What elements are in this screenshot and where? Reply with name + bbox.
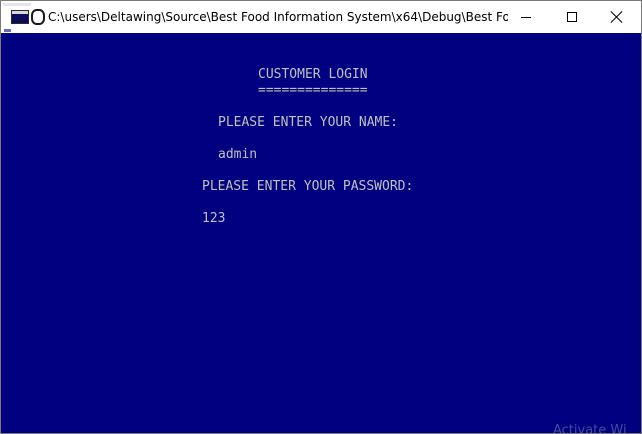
login-heading: CUSTOMER LOGIN bbox=[258, 67, 368, 82]
activation-watermark: Activate Wi bbox=[553, 423, 627, 434]
close-button[interactable] bbox=[595, 1, 641, 33]
name-prompt: PLEASE ENTER YOUR NAME: bbox=[218, 115, 399, 130]
password-input-value[interactable]: 123 bbox=[202, 211, 225, 227]
minimize-button[interactable] bbox=[503, 1, 549, 33]
console-app-icon[interactable] bbox=[1, 1, 47, 33]
maximize-icon bbox=[567, 12, 577, 22]
password-prompt: PLEASE ENTER YOUR PASSWORD: bbox=[202, 179, 414, 194]
heading-underline: ============== bbox=[258, 83, 368, 98]
title-bar[interactable]: C:\users\Deltawing\Source\Best Food Info… bbox=[1, 1, 641, 33]
minimize-icon bbox=[521, 17, 531, 18]
maximize-button[interactable] bbox=[549, 1, 595, 33]
console-window: C:\users\Deltawing\Source\Best Food Info… bbox=[0, 0, 642, 434]
console-output[interactable]: CUSTOMER LOGIN ============== PLEASE ENT… bbox=[1, 33, 641, 433]
close-icon bbox=[611, 11, 623, 23]
window-title: C:\users\Deltawing\Source\Best Food Info… bbox=[48, 10, 508, 24]
focus-marker bbox=[4, 29, 11, 32]
drawing-icon bbox=[31, 9, 45, 25]
name-input-value: admin bbox=[218, 147, 258, 162]
console-icon bbox=[11, 10, 29, 24]
thumbnail-strip bbox=[3, 3, 31, 6]
